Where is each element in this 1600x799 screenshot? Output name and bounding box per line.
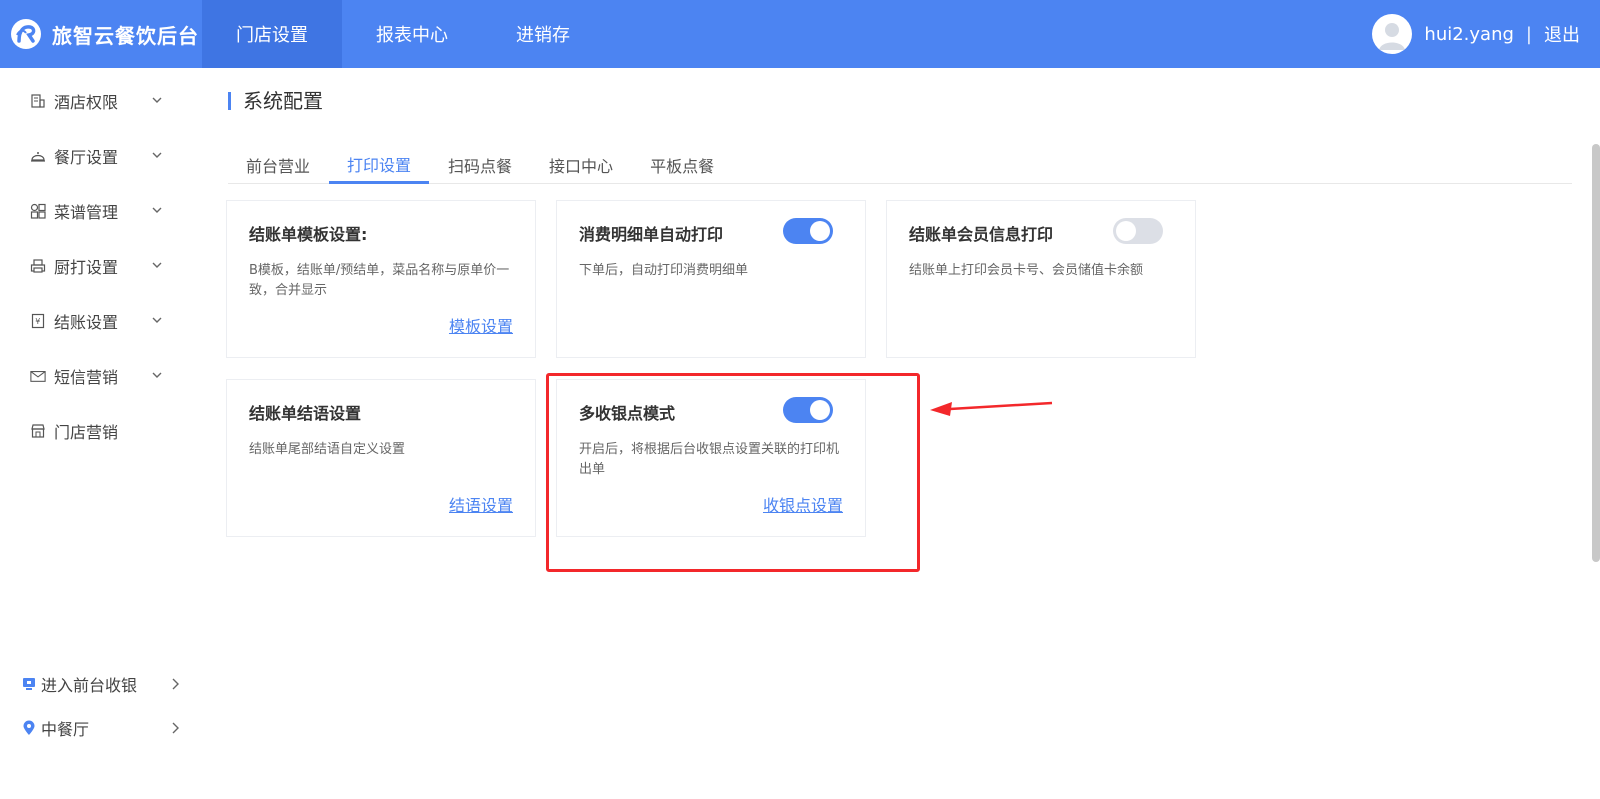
building-icon xyxy=(30,93,46,109)
card-title: 多收银点模式 xyxy=(579,404,676,423)
monitor-icon xyxy=(22,676,36,692)
card-title: 结账单模板设置: xyxy=(249,225,368,244)
logo-icon xyxy=(11,19,41,49)
toggle-knob xyxy=(810,400,830,420)
topnav-reports[interactable]: 报表中心 xyxy=(342,0,482,68)
chevron-down-icon xyxy=(152,317,162,323)
tab-print-settings[interactable]: 打印设置 xyxy=(329,146,430,184)
sidebar-bottom-label: 中餐厅 xyxy=(41,720,90,739)
page-title: 系统配置 xyxy=(228,91,323,111)
chevron-down-icon xyxy=(152,97,162,103)
card-description: 下单后，自动打印消费明细单 xyxy=(579,263,749,278)
chevron-down-icon xyxy=(152,152,162,158)
detail-auto-print-toggle[interactable] xyxy=(783,218,833,244)
tab-qr-ordering[interactable]: 扫码点餐 xyxy=(430,146,530,184)
card-multi-cashier-mode: 多收银点模式 开启后，将根据后台收银点设置关联的打印机出单 收银点设置 xyxy=(556,379,866,537)
svg-text:¥: ¥ xyxy=(35,317,40,326)
sidebar-item-kitchen-print[interactable]: 厨打设置 xyxy=(0,238,202,293)
receipt-icon: ¥ xyxy=(30,313,46,329)
card-title: 消费明细单自动打印 xyxy=(579,225,724,244)
card-description: 开启后，将根据后台收银点设置关联的打印机出单 xyxy=(579,442,840,477)
sidebar-enter-cashier[interactable]: 进入前台收银 xyxy=(0,662,202,706)
printer-icon xyxy=(30,258,46,274)
card-bill-template: 结账单模板设置: B模板，结账单/预结单，菜品名称与原单价一致，合并显示 模板设… xyxy=(226,200,536,358)
topnav-inventory[interactable]: 进销存 xyxy=(482,0,604,68)
brand-name: 旅智云餐饮后台 xyxy=(52,23,199,48)
template-settings-link[interactable]: 模板设置 xyxy=(449,313,513,337)
sidebar-item-label: 门店营销 xyxy=(54,422,119,442)
chevron-down-icon xyxy=(152,372,162,378)
cashier-point-settings-link[interactable]: 收银点设置 xyxy=(763,492,843,516)
sidebar-restaurant-selector[interactable]: 中餐厅 xyxy=(0,706,202,750)
card-title: 结账单会员信息打印 xyxy=(909,225,1054,244)
chevron-right-icon xyxy=(172,722,179,734)
sidebar-item-restaurant-settings[interactable]: 餐厅设置 xyxy=(0,128,202,183)
main-content: 系统配置 前台营业 打印设置 扫码点餐 接口中心 平板点餐 结账单模板设置: B… xyxy=(202,68,1600,799)
sidebar-item-label: 结账设置 xyxy=(54,312,119,332)
chevron-down-icon xyxy=(152,262,162,268)
card-title: 结账单结语设置 xyxy=(249,404,362,423)
member-info-print-toggle[interactable] xyxy=(1113,218,1163,244)
toggle-knob xyxy=(810,221,830,241)
sidebar-item-checkout-settings[interactable]: ¥ 结账设置 xyxy=(0,293,202,348)
sidebar-item-label: 短信营销 xyxy=(54,367,119,387)
toggle-knob xyxy=(1116,221,1136,241)
card-member-info-print: 结账单会员信息打印 结账单上打印会员卡号、会员储值卡余额 xyxy=(886,200,1196,358)
logout-link[interactable]: 退出 xyxy=(1544,21,1580,47)
user-icon xyxy=(1379,23,1406,50)
user-separator: | xyxy=(1525,23,1532,45)
closing-remarks-link[interactable]: 结语设置 xyxy=(449,492,513,516)
tab-front-desk[interactable]: 前台营业 xyxy=(228,146,328,184)
chevron-down-icon xyxy=(152,207,162,213)
sidebar-bottom-label: 进入前台收银 xyxy=(41,676,138,695)
avatar[interactable] xyxy=(1372,14,1413,54)
multi-cashier-toggle[interactable] xyxy=(783,397,833,423)
card-detail-auto-print: 消费明细单自动打印 下单后，自动打印消费明细单 xyxy=(556,200,866,358)
tab-interface-center[interactable]: 接口中心 xyxy=(531,146,631,184)
sidebar-item-menu-management[interactable]: 菜谱管理 xyxy=(0,183,202,238)
sidebar: 酒店权限 餐厅设置 菜谱管理 厨打设置 ¥ 结账设置 短信营销 门店营销 进入前… xyxy=(0,68,202,799)
tab-tablet-ordering[interactable]: 平板点餐 xyxy=(632,146,732,184)
sidebar-item-label: 餐厅设置 xyxy=(54,147,119,167)
sidebar-item-label: 厨打设置 xyxy=(54,257,119,277)
chevron-right-icon xyxy=(172,678,179,690)
scrollbar[interactable] xyxy=(1592,144,1600,562)
location-pin-icon xyxy=(22,720,36,736)
card-description: 结账单上打印会员卡号、会员储值卡余额 xyxy=(909,263,1144,278)
top-header: 旅智云餐饮后台 门店设置 报表中心 进销存 hui2.yang | 退出 xyxy=(0,0,1600,68)
sidebar-item-hotel-permission[interactable]: 酒店权限 xyxy=(0,73,202,128)
card-description: B模板，结账单/预结单，菜品名称与原单价一致，合并显示 xyxy=(249,263,510,298)
card-description: 结账单尾部结语自定义设置 xyxy=(249,442,406,457)
user-area: hui2.yang | 退出 xyxy=(1372,0,1580,68)
grid-icon xyxy=(30,203,46,219)
sidebar-item-store-marketing[interactable]: 门店营销 xyxy=(0,403,202,458)
sidebar-item-label: 菜谱管理 xyxy=(54,202,119,222)
sidebar-item-sms-marketing[interactable]: 短信营销 xyxy=(0,348,202,403)
brand[interactable]: 旅智云餐饮后台 xyxy=(0,0,202,68)
cloche-icon xyxy=(30,148,46,164)
mail-icon xyxy=(30,368,46,384)
annotation-arrow xyxy=(930,401,1053,416)
store-icon xyxy=(30,423,46,439)
tab-bar: 前台营业 打印设置 扫码点餐 接口中心 平板点餐 xyxy=(228,146,1572,184)
card-closing-remarks: 结账单结语设置 结账单尾部结语自定义设置 结语设置 xyxy=(226,379,536,537)
sidebar-item-label: 酒店权限 xyxy=(54,92,119,112)
topnav-store-settings[interactable]: 门店设置 xyxy=(202,0,342,68)
username: hui2.yang xyxy=(1424,23,1514,45)
top-nav: 门店设置 报表中心 进销存 xyxy=(202,0,604,68)
